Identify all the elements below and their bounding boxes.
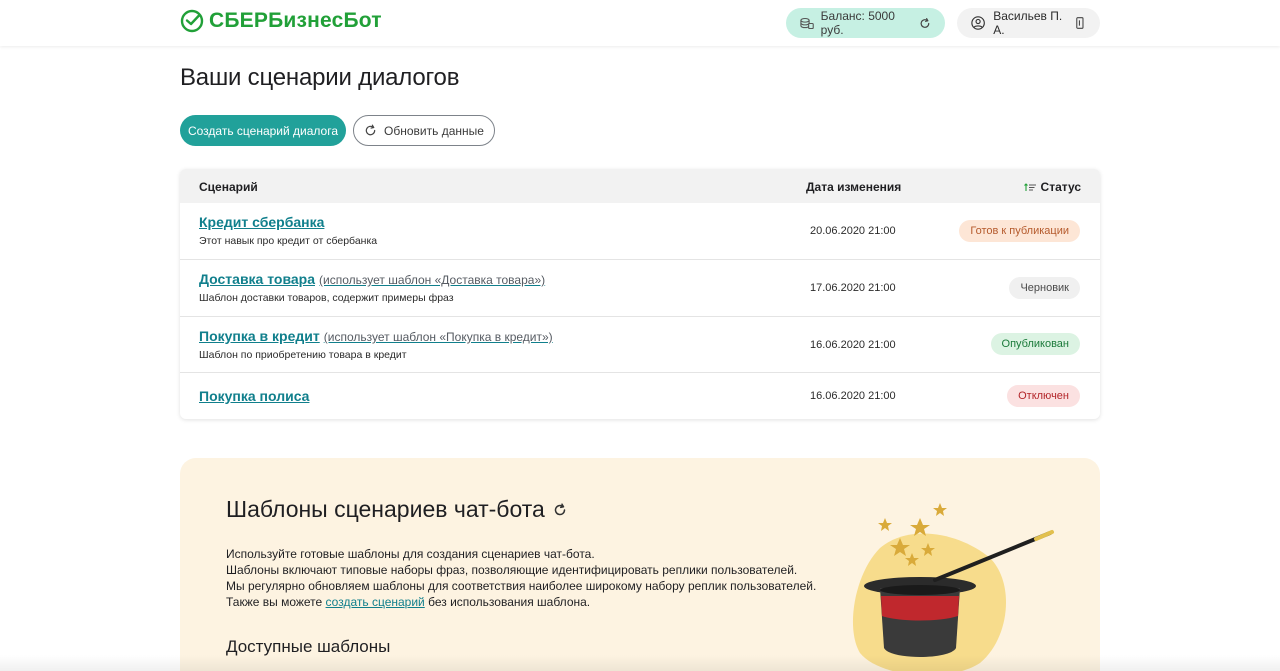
scenario-date: 16.06.2020 21:00 xyxy=(810,339,896,351)
templates-line-1: Используйте готовые шаблоны для создания… xyxy=(226,547,595,561)
coins-icon xyxy=(800,17,814,29)
balance-button[interactable]: Баланс: 5000 руб. xyxy=(786,8,945,38)
sort-icon xyxy=(1023,182,1036,191)
templates-title: Шаблоны сценариев чат-бота xyxy=(226,496,567,523)
column-header-scenario: Сценарий xyxy=(199,180,258,194)
table-header: Сценарий Дата изменения Статус xyxy=(180,169,1100,203)
refresh-data-label: Обновить данные xyxy=(384,123,484,138)
refresh-balance-icon[interactable] xyxy=(919,17,931,30)
user-name: Васильев П. А. xyxy=(993,9,1063,37)
page-title: Ваши сценарии диалогов xyxy=(180,64,460,91)
logout-icon[interactable] xyxy=(1075,16,1086,30)
column-header-date: Дата изменения xyxy=(806,180,902,194)
refresh-templates-icon[interactable] xyxy=(553,502,567,517)
column-header-status-label: Статус xyxy=(1040,180,1081,194)
magic-hat-illustration xyxy=(853,503,1054,671)
scenario-date: 16.06.2020 21:00 xyxy=(810,390,896,402)
status-badge: Отключен xyxy=(1007,385,1080,407)
scenario-link[interactable]: Доставка товара (использует шаблон «Доста… xyxy=(199,271,545,287)
templates-line-2: Шаблоны включают типовые наборы фраз, по… xyxy=(226,563,798,577)
scenario-description: Шаблон доставки товаров, содержит пример… xyxy=(199,292,454,304)
table-row: Доставка товара (использует шаблон «Доста… xyxy=(180,260,1100,317)
templates-line-4: Также вы можете создать сценарий без исп… xyxy=(226,595,591,609)
user-avatar-icon xyxy=(971,16,985,30)
templates-section: Шаблоны сценариев чат-бота Используйте г… xyxy=(180,458,1100,671)
table-row: Кредит сбербанка Этот навык про кредит о… xyxy=(180,203,1100,260)
templates-title-text: Шаблоны сценариев чат-бота xyxy=(226,496,545,522)
app-header: СБЕРБизнесБот Баланс: 5000 руб. Васильев… xyxy=(0,0,1280,46)
user-menu[interactable]: Васильев П. А. xyxy=(957,8,1100,38)
refresh-icon xyxy=(365,124,376,136)
logo-text: СБЕРБизнесБот xyxy=(209,9,382,32)
scenario-description: Этот навык про кредит от сбербанка xyxy=(199,235,378,247)
balance-label: Баланс: 5000 руб. xyxy=(820,9,895,37)
template-note: (использует шаблон «Доставка товара») xyxy=(319,273,546,287)
logo[interactable]: СБЕРБизнесБот xyxy=(180,9,382,33)
templates-description: Используйте готовые шаблоны для создания… xyxy=(226,546,816,610)
scenario-date: 20.06.2020 21:00 xyxy=(810,225,896,237)
scenario-description: Шаблон по приобретению товара в кредит xyxy=(199,349,407,361)
template-note: (использует шаблон «Покупка в кредит») xyxy=(323,330,553,344)
scenario-date: 17.06.2020 21:00 xyxy=(810,282,896,294)
scenarios-table: Сценарий Дата изменения Статус Кредит сб… xyxy=(180,169,1100,419)
refresh-data-button[interactable]: Обновить данные xyxy=(353,115,495,146)
templates-line-3: Мы регулярно обновляем шаблоны для соотв… xyxy=(226,579,817,593)
create-scenario-button[interactable]: Создать сценарий диалога xyxy=(180,115,346,146)
status-badge: Готов к публикации xyxy=(959,220,1080,242)
scenario-link[interactable]: Кредит сбербанка xyxy=(199,214,324,230)
available-templates-title: Доступные шаблоны xyxy=(226,637,391,656)
table-row: Покупка полиса 16.06.2020 21:00 Отключен xyxy=(180,373,1100,419)
page-bottom-shadow xyxy=(0,655,1280,671)
status-badge: Черновик xyxy=(1009,277,1080,299)
scenario-link[interactable]: Покупка полиса xyxy=(199,388,309,404)
status-badge: Опубликован xyxy=(990,333,1080,355)
column-header-status[interactable]: Статус xyxy=(1023,180,1081,194)
sber-logo-icon xyxy=(180,9,204,33)
scenario-link[interactable]: Покупка в кредит (использует шаблон «Поку… xyxy=(199,328,553,344)
create-scenario-link[interactable]: создать сценарий xyxy=(326,595,425,609)
table-row: Покупка в кредит (использует шаблон «Поку… xyxy=(180,317,1100,373)
